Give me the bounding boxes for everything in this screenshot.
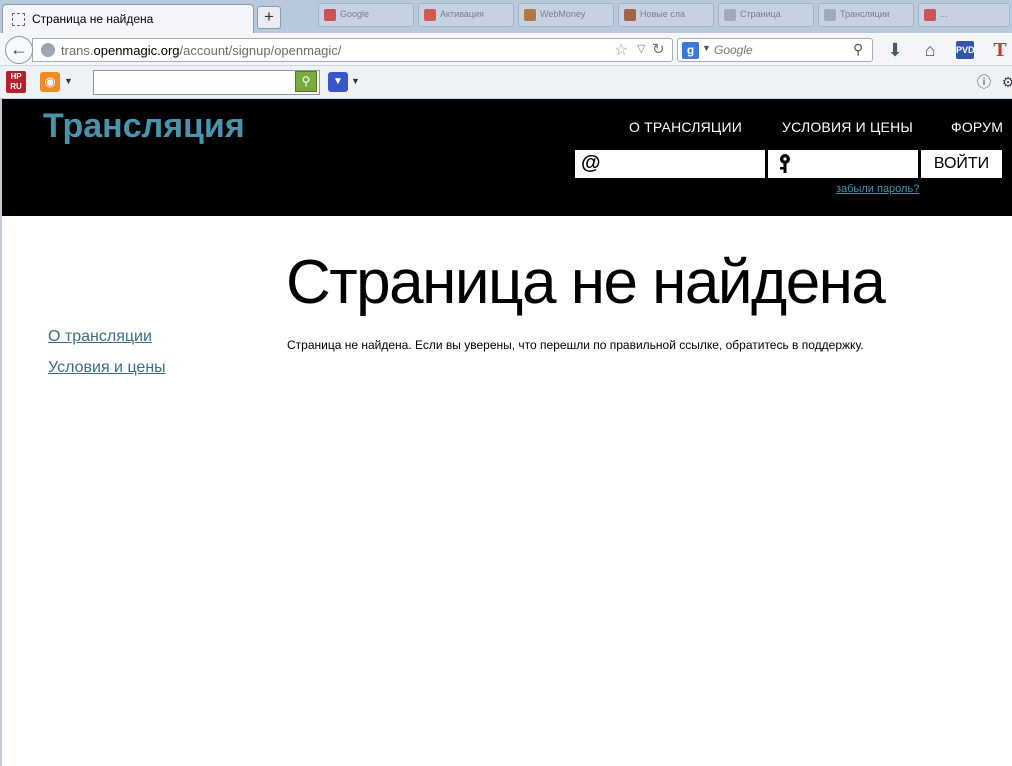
search-icon: ⚲: [301, 74, 311, 88]
tab-background[interactable]: Google: [318, 3, 414, 27]
nav-link-forum[interactable]: ФОРУМ: [951, 119, 1003, 135]
globe-icon: [41, 43, 55, 57]
url-bar[interactable]: trans.openmagic.org/account/signup/openm…: [32, 38, 673, 62]
addon-info-icon[interactable]: ⓘ: [974, 72, 994, 92]
menu-dropdown-icon[interactable]: ▼: [351, 76, 360, 86]
nav-link-pricing[interactable]: УСЛОВИЯ И ЦЕНЫ: [782, 119, 913, 135]
tab-title: Страница не найдена: [32, 12, 154, 26]
tab-label: Активация: [440, 9, 484, 19]
tab-favicon-icon: [524, 9, 536, 21]
back-arrow-icon: ←: [10, 39, 28, 59]
pvd-addon-icon[interactable]: PVD: [956, 41, 975, 59]
home-icon[interactable]: ⌂: [920, 40, 940, 60]
rss-icon[interactable]: ◉: [40, 72, 60, 92]
page-title: Страница не найдена: [286, 248, 886, 317]
tab-label: Google: [340, 9, 370, 19]
tab-background[interactable]: Трансляции: [818, 3, 914, 27]
tab-background[interactable]: Новые сла: [618, 3, 714, 27]
sidebar-link-pricing[interactable]: Условия и цены: [48, 359, 166, 377]
key-icon: [780, 154, 790, 173]
login-button[interactable]: ВОЙТИ: [921, 150, 1002, 178]
nav-link-about[interactable]: О ТРАНСЛЯЦИИ: [629, 119, 742, 135]
search-icon[interactable]: ⚲: [853, 41, 863, 58]
error-message: Страница не найдена. Если вы уверены, чт…: [287, 338, 864, 352]
hp-ru-icon[interactable]: HP RU: [6, 71, 26, 93]
search-placeholder: Google: [714, 43, 753, 57]
page-favicon-icon: [12, 13, 25, 26]
tab-label: Новые сла: [640, 9, 686, 19]
tab-favicon-icon: [824, 9, 836, 21]
tab-favicon-icon: [424, 9, 436, 21]
google-icon[interactable]: g: [682, 42, 699, 59]
download-icon[interactable]: ⬇: [885, 40, 905, 60]
url-text[interactable]: trans.openmagic.org/account/signup/openm…: [61, 43, 341, 58]
tab-background[interactable]: WebMoney: [518, 3, 614, 27]
reload-icon[interactable]: ↻: [652, 40, 665, 58]
navigation-toolbar: trans.openmagic.org/account/signup/openm…: [0, 33, 1012, 66]
tab-label: ...: [940, 9, 948, 19]
tab-favicon-icon: [924, 9, 936, 21]
url-prefix: trans.: [61, 43, 94, 58]
back-button[interactable]: ←: [5, 36, 33, 64]
url-host: openmagic.org: [93, 43, 180, 58]
translate-addon-icon[interactable]: T: [990, 40, 1010, 60]
site-header: Трансляция О ТРАНСЛЯЦИИ УСЛОВИЯ И ЦЕНЫ Ф…: [2, 99, 1012, 216]
site-logo[interactable]: Трансляция: [43, 107, 245, 146]
new-tab-button[interactable]: +: [257, 6, 281, 29]
sidebar-link-about[interactable]: О трансляции: [48, 328, 152, 346]
at-sign-icon: @: [581, 152, 601, 174]
tab-favicon-icon: [624, 9, 636, 21]
toolbar-search-input[interactable]: [93, 70, 320, 95]
tab-strip: Страница не найдена + Google Активация W…: [0, 0, 1012, 34]
search-bar[interactable]: g ▼ Google ⚲: [677, 38, 873, 62]
addon-toolbar: HP RU ◉ ▼ ⚲ ▼ ▼ ⓘ ⚙: [0, 66, 1012, 99]
tab-label: Трансляции: [840, 9, 890, 19]
tab-label: Страница: [740, 9, 781, 19]
url-path: /account/signup/openmagic/: [179, 43, 342, 58]
tab-background[interactable]: Активация: [418, 3, 514, 27]
password-field[interactable]: [768, 150, 918, 178]
forgot-password-link[interactable]: забыли пароль?: [836, 183, 919, 195]
search-engine-dropdown-icon[interactable]: ▼: [702, 43, 711, 53]
toolbar-search-button[interactable]: ⚲: [295, 71, 317, 92]
dropdown-menu-button[interactable]: ▼: [328, 72, 348, 92]
tab-background[interactable]: Страница: [718, 3, 814, 27]
tab-favicon-icon: [324, 9, 336, 21]
tab-favicon-icon: [724, 9, 736, 21]
star-icon[interactable]: ☆: [614, 40, 628, 60]
tab-background[interactable]: ...: [918, 3, 1010, 27]
rss-dropdown-icon[interactable]: ▼: [64, 76, 73, 86]
tab-label: WebMoney: [540, 9, 586, 19]
gear-icon[interactable]: ⚙: [998, 72, 1012, 92]
tab-active[interactable]: Страница не найдена: [2, 4, 254, 34]
chevron-down-icon: ▼: [333, 76, 343, 87]
url-history-dropdown-icon[interactable]: ▽: [637, 42, 645, 55]
email-field[interactable]: @: [575, 150, 765, 178]
